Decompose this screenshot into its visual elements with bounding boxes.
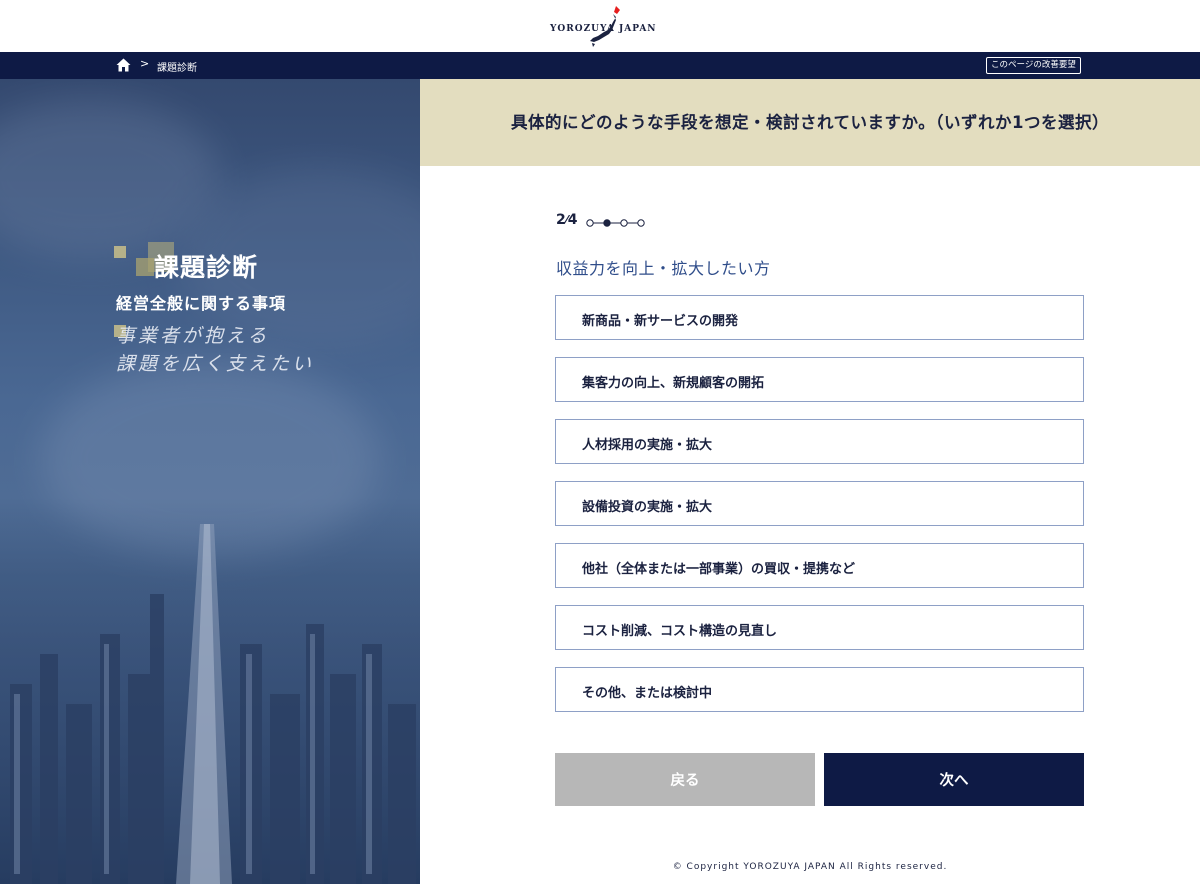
progress-dot-active bbox=[603, 219, 611, 227]
option-capital-investment[interactable]: 設備投資の実施・拡大 bbox=[555, 481, 1084, 526]
option-label: 新商品・新サービスの開発 bbox=[582, 314, 739, 329]
progress-dot bbox=[620, 219, 628, 227]
progress-dots bbox=[586, 219, 645, 227]
hero-decor-square bbox=[114, 246, 126, 258]
hero-image bbox=[0, 79, 420, 884]
hero-tagline-line: 課題を広く支えたい bbox=[116, 353, 315, 375]
category-label: 収益力を向上・拡大したい方 bbox=[556, 259, 771, 278]
option-label: その他、または検討中 bbox=[582, 686, 713, 701]
improve-request-link[interactable]: このページの改善要望 bbox=[986, 57, 1081, 74]
copyright: © Copyright YOROZUYA JAPAN All Rights re… bbox=[672, 862, 948, 872]
option-hiring[interactable]: 人材採用の実施・拡大 bbox=[555, 419, 1084, 464]
option-acquisition-alliance[interactable]: 他社（全体または一部事業）の買収・提携など bbox=[555, 543, 1084, 588]
breadcrumb-separator: > bbox=[140, 57, 150, 70]
option-customer-acquisition[interactable]: 集客力の向上、新規顧客の開拓 bbox=[555, 357, 1084, 402]
next-button[interactable]: 次へ bbox=[824, 753, 1084, 806]
site-header: YOROZUYA JAPAN bbox=[0, 0, 1200, 52]
progress-dot bbox=[586, 219, 594, 227]
hero-title: 課題診断 bbox=[154, 253, 259, 282]
step-counter: 2⁄4 bbox=[556, 212, 578, 228]
step-current: 2 bbox=[556, 212, 566, 228]
hero-handwritten-tagline: 事業者が抱える 課題を広く支えたい bbox=[116, 322, 316, 378]
hero-tagline-line: 事業者が抱える bbox=[116, 325, 270, 347]
question-text: 具体的にどのような手段を想定・検討されていますか。（いずれか1つを選択） bbox=[511, 113, 1109, 132]
option-new-product[interactable]: 新商品・新サービスの開発 bbox=[555, 295, 1084, 340]
hero-decor-square bbox=[136, 258, 154, 276]
option-list: 新商品・新サービスの開発 集客力の向上、新規顧客の開拓 人材採用の実施・拡大 設… bbox=[555, 295, 1084, 729]
city-skyline-illustration bbox=[0, 504, 420, 884]
home-icon[interactable] bbox=[116, 58, 131, 72]
option-label: 設備投資の実施・拡大 bbox=[582, 500, 713, 515]
breadcrumb-current: 課題診断 bbox=[157, 63, 197, 74]
question-header: 具体的にどのような手段を想定・検討されていますか。（いずれか1つを選択） bbox=[420, 79, 1200, 166]
site-logo[interactable]: YOROZUYA JAPAN bbox=[540, 4, 660, 50]
hero-subtitle: 経営全般に関する事項 bbox=[116, 294, 287, 313]
step-total: 4 bbox=[567, 212, 578, 228]
option-label: 人材採用の実施・拡大 bbox=[582, 438, 713, 453]
option-other[interactable]: その他、または検討中 bbox=[555, 667, 1084, 712]
option-label: 他社（全体または一部事業）の買収・提携など bbox=[582, 562, 856, 577]
option-label: コスト削減、コスト構造の見直し bbox=[582, 624, 778, 639]
option-cost-reduction[interactable]: コスト削減、コスト構造の見直し bbox=[555, 605, 1084, 650]
logo-text: YOROZUYA JAPAN bbox=[550, 24, 657, 34]
back-button[interactable]: 戻る bbox=[555, 753, 815, 806]
progress-dot bbox=[637, 219, 645, 227]
option-label: 集客力の向上、新規顧客の開拓 bbox=[582, 376, 765, 391]
breadcrumb: > 課題診断 このページの改善要望 bbox=[0, 52, 1200, 79]
